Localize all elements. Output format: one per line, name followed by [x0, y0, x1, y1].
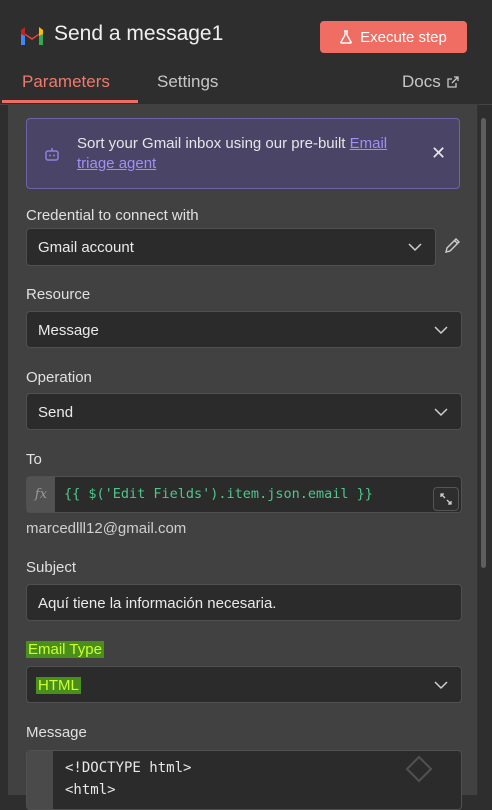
credential-label: Credential to connect with: [26, 207, 199, 224]
resource-select[interactable]: Message: [26, 311, 462, 348]
close-icon[interactable]: ✕: [431, 143, 446, 164]
resource-value: Message: [38, 322, 99, 339]
subject-label: Subject: [26, 559, 77, 576]
subject-input[interactable]: Aquí tiene la información necesaria.: [26, 584, 462, 621]
triage-agent-banner: Sort your Gmail inbox using our pre-buil…: [26, 118, 460, 189]
email-type-value: HTML: [36, 677, 81, 694]
code-line: <!DOCTYPE html>: [65, 760, 192, 776]
watermark-icon: [405, 755, 433, 783]
banner-message: Sort your Gmail inbox using our pre-buil…: [77, 135, 350, 152]
chevron-down-icon: [434, 681, 448, 690]
fx-icon: fx: [27, 477, 55, 512]
chevron-down-icon: [408, 243, 422, 252]
credential-select[interactable]: Gmail account: [26, 228, 436, 266]
resource-label: Resource: [26, 286, 91, 303]
email-type-label-text: Email Type: [26, 641, 104, 658]
node-header: Send a message1 Execute step: [0, 0, 492, 70]
tab-docs[interactable]: Docs: [402, 72, 459, 92]
flask-icon: [340, 30, 352, 44]
subject-value: Aquí tiene la información necesaria.: [38, 595, 277, 612]
tab-parameters[interactable]: Parameters: [22, 72, 110, 92]
docs-label: Docs: [402, 72, 441, 91]
to-expression[interactable]: {{ $('Edit Fields').item.json.email }}: [64, 486, 373, 502]
active-tab-indicator: [2, 100, 138, 103]
message-label: Message: [26, 724, 87, 741]
operation-select[interactable]: Send: [26, 393, 462, 430]
external-link-icon: [447, 76, 459, 88]
to-label: To: [26, 451, 42, 468]
tab-bar: Parameters Settings Docs: [0, 70, 492, 105]
operation-label: Operation: [26, 369, 92, 386]
execute-step-label: Execute step: [360, 28, 447, 46]
credential-value: Gmail account: [38, 239, 134, 256]
to-expression-field[interactable]: fx {{ $('Edit Fields').item.json.email }…: [26, 476, 462, 513]
operation-value: Send: [38, 404, 74, 421]
execute-step-button[interactable]: Execute step: [320, 21, 467, 53]
expand-icon[interactable]: [433, 487, 459, 511]
pencil-icon[interactable]: [444, 237, 461, 254]
banner-text: Sort your Gmail inbox using our pre-buil…: [77, 134, 417, 174]
message-code-editor[interactable]: <!DOCTYPE html> <html>: [26, 750, 462, 810]
node-title: Send a message1: [54, 22, 224, 45]
email-type-label: Email Type: [26, 641, 104, 658]
chevron-down-icon: [434, 408, 448, 417]
tab-settings[interactable]: Settings: [157, 72, 218, 92]
scrollbar[interactable]: [481, 118, 486, 568]
code-gutter: [27, 751, 53, 809]
robot-icon: [45, 148, 59, 161]
gmail-logo-icon: [21, 27, 43, 45]
email-type-select[interactable]: HTML: [26, 666, 462, 703]
chevron-down-icon: [434, 326, 448, 335]
to-preview-value: marcedlll12@gmail.com: [26, 520, 187, 537]
code-line: <html>: [65, 782, 116, 798]
